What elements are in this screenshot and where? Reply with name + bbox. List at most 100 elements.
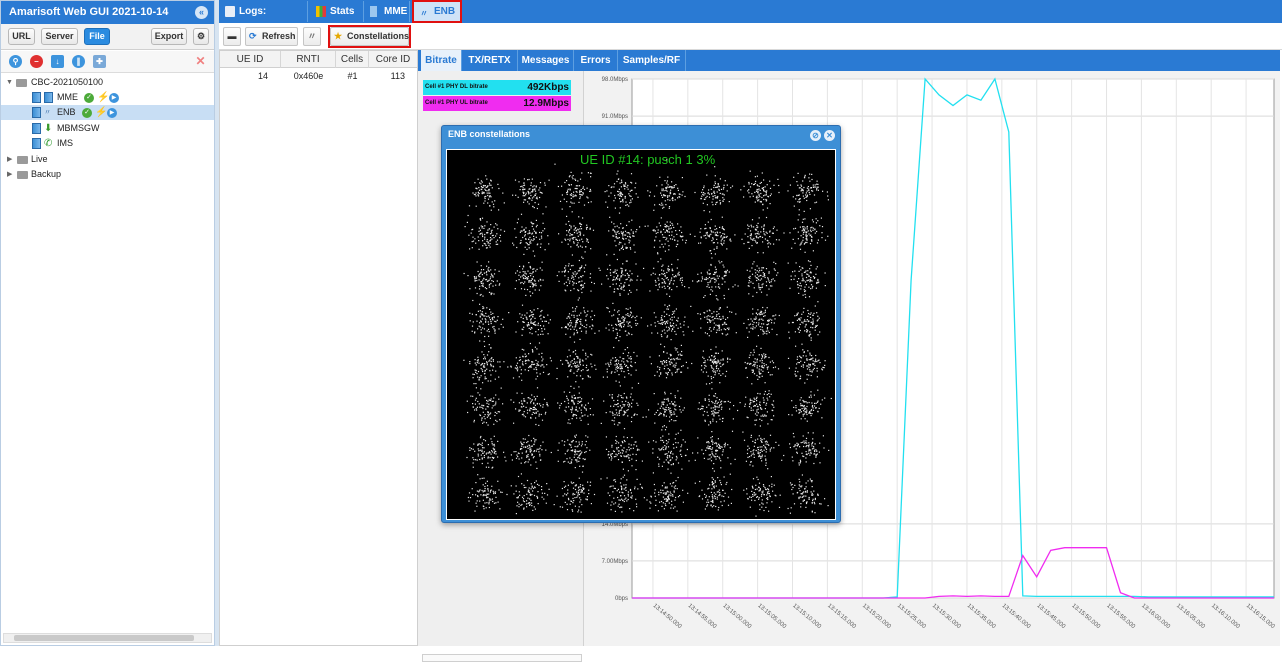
x-tick-label: 13:15:00.000 [721, 603, 752, 631]
constellation-cluster [701, 346, 731, 384]
refresh-icon: ⟳ [249, 28, 257, 45]
plugin-icon[interactable]: ⚙ [193, 28, 209, 45]
tab-messages[interactable]: Messages [518, 50, 574, 71]
constellation-cluster [607, 475, 648, 513]
tab-tx-retx[interactable]: TX/RETX [462, 50, 518, 71]
tab-samples-rf[interactable]: Samples/RF [618, 50, 686, 71]
column-header[interactable]: UE ID [220, 51, 281, 68]
constellation-cluster [788, 346, 826, 384]
server-icon [32, 138, 41, 149]
tab-bitrate[interactable]: Bitrate [421, 50, 462, 71]
constellation-cluster [740, 171, 779, 209]
plugin-icon[interactable]: ✚ [93, 55, 106, 68]
constellation-cluster [789, 218, 828, 253]
constellation-cluster [694, 166, 733, 211]
legend-scrollbar[interactable] [422, 654, 582, 662]
constellation-overlay-text: UE ID #14: pusch 1 3% [580, 152, 715, 167]
constellation-plot: UE ID #14: pusch 1 3% [446, 149, 836, 520]
y-tick-label: 98.0Mbps [602, 77, 628, 83]
tab-stats[interactable]: Stats [310, 1, 364, 22]
file-button[interactable]: File [84, 28, 110, 45]
export-button[interactable]: Export [151, 28, 187, 45]
play-icon[interactable]: ▶ [109, 93, 119, 103]
terminal-icon[interactable]: ▬ [223, 27, 241, 46]
antenna-icon: 〃 [44, 105, 51, 120]
constellation-cluster [694, 211, 735, 258]
constellation-cluster [599, 303, 642, 337]
tab-errors[interactable]: Errors [574, 50, 618, 71]
constellation-cluster [554, 478, 602, 513]
bolt-icon: ⚡ [95, 105, 107, 120]
bar-chart-icon [316, 6, 326, 17]
constellation-cluster [467, 377, 504, 426]
cell-ue-id: 14 [220, 68, 268, 84]
constellation-cluster [463, 346, 504, 384]
legend-dl[interactable]: Cell #1 PHY DL bitrate 492Kbps [423, 80, 571, 95]
table-header: UE ID RNTI Cells Core ID [220, 51, 417, 68]
tab-logs[interactable]: Logs: 1831873 [219, 1, 308, 22]
constellation-cluster [508, 305, 551, 344]
constellation-cluster [469, 300, 504, 345]
tree-root[interactable]: ▼ CBC-2021050100 [1, 75, 214, 90]
constellation-cluster [735, 261, 779, 297]
x-tick-label: 13:15:55.000 [1105, 603, 1136, 631]
x-tick-label: 13:14:50.000 [652, 603, 683, 631]
constellation-cluster [651, 336, 693, 378]
close-icon[interactable]: ✕ [194, 55, 207, 68]
tree-item-label: MBMSGW [57, 121, 100, 136]
constellation-cluster [647, 305, 693, 340]
tree-item-enb[interactable]: 〃 ENB ✓ ⚡ ▶ [1, 105, 214, 120]
legend-value: 492Kbps [527, 80, 569, 95]
tree-folder-live[interactable]: ▶ Live [1, 152, 214, 167]
constellation-cluster [789, 432, 829, 465]
tab-enb[interactable]: 〃 ENB [412, 0, 462, 23]
tree-item-ims[interactable]: ✆ IMS [1, 136, 214, 151]
x-tick-label: 13:15:40.000 [1001, 603, 1032, 631]
constellation-window[interactable]: ENB constellations ⊘ ✕ UE ID #14: pusch … [441, 125, 841, 523]
chevron-right-icon: ▶ [7, 152, 12, 167]
constellation-cluster [515, 254, 544, 297]
play-icon[interactable]: ▶ [107, 108, 117, 118]
stop-icon[interactable]: – [30, 55, 43, 68]
server-icon [44, 92, 53, 103]
constellation-cluster [601, 385, 647, 429]
download-icon[interactable]: ↓ [51, 55, 64, 68]
y-tick-label: 91.0Mbps [602, 114, 628, 120]
constellation-cluster [740, 382, 775, 427]
left-iconbar: ⚲ – ↓ ∥ ✚ ✕ [1, 51, 214, 73]
refresh-button[interactable]: ⟳ Refresh [245, 27, 298, 46]
x-tick-label: 13:15:10.000 [791, 603, 822, 631]
chevron-down-icon: ▼ [6, 75, 13, 90]
y-tick-label: 7.00Mbps [602, 559, 628, 565]
chevron-right-icon: ▶ [7, 167, 12, 182]
column-header[interactable]: Cells [336, 51, 369, 68]
folder-icon [16, 79, 27, 87]
constellation-cluster [741, 209, 784, 253]
tab-mme[interactable]: MME [364, 1, 410, 22]
search-icon[interactable]: ⚲ [9, 55, 22, 68]
url-button[interactable]: URL [8, 28, 35, 45]
column-header[interactable]: Core ID [369, 51, 417, 68]
tree-folder-backup[interactable]: ▶ Backup [1, 167, 214, 182]
server-icon [32, 123, 41, 134]
legend-ul[interactable]: Cell #1 PHY UL bitrate 12.9Mbps [423, 96, 571, 111]
horizontal-scrollbar[interactable] [3, 633, 212, 643]
x-tick-label: 13:15:50.000 [1070, 603, 1101, 631]
constellation-cluster [606, 436, 643, 472]
pause-icon[interactable]: ∥ [72, 55, 85, 68]
constellation-cluster [554, 164, 591, 218]
tree-item-mme[interactable]: MME ✓ ⚡ ▶ [1, 90, 214, 105]
minimize-icon[interactable]: ⊘ [810, 130, 821, 141]
check-icon: ✓ [84, 93, 94, 103]
y-tick-label: 0bps [615, 596, 628, 602]
folder-icon [17, 171, 28, 179]
tree-item-mbmsgw[interactable]: ⬇ MBMSGW [1, 121, 214, 136]
constellation-cluster [603, 337, 651, 384]
column-header[interactable]: RNTI [281, 51, 336, 68]
collapse-icon[interactable]: « [195, 6, 208, 19]
sub-tab-bar: Bitrate TX/RETX Messages Errors Samples/… [418, 50, 1280, 71]
server-button[interactable]: Server [41, 28, 78, 45]
close-icon[interactable]: ✕ [824, 130, 835, 141]
constellation-cluster [788, 297, 820, 345]
antenna-icon[interactable]: 〃 [303, 27, 321, 46]
